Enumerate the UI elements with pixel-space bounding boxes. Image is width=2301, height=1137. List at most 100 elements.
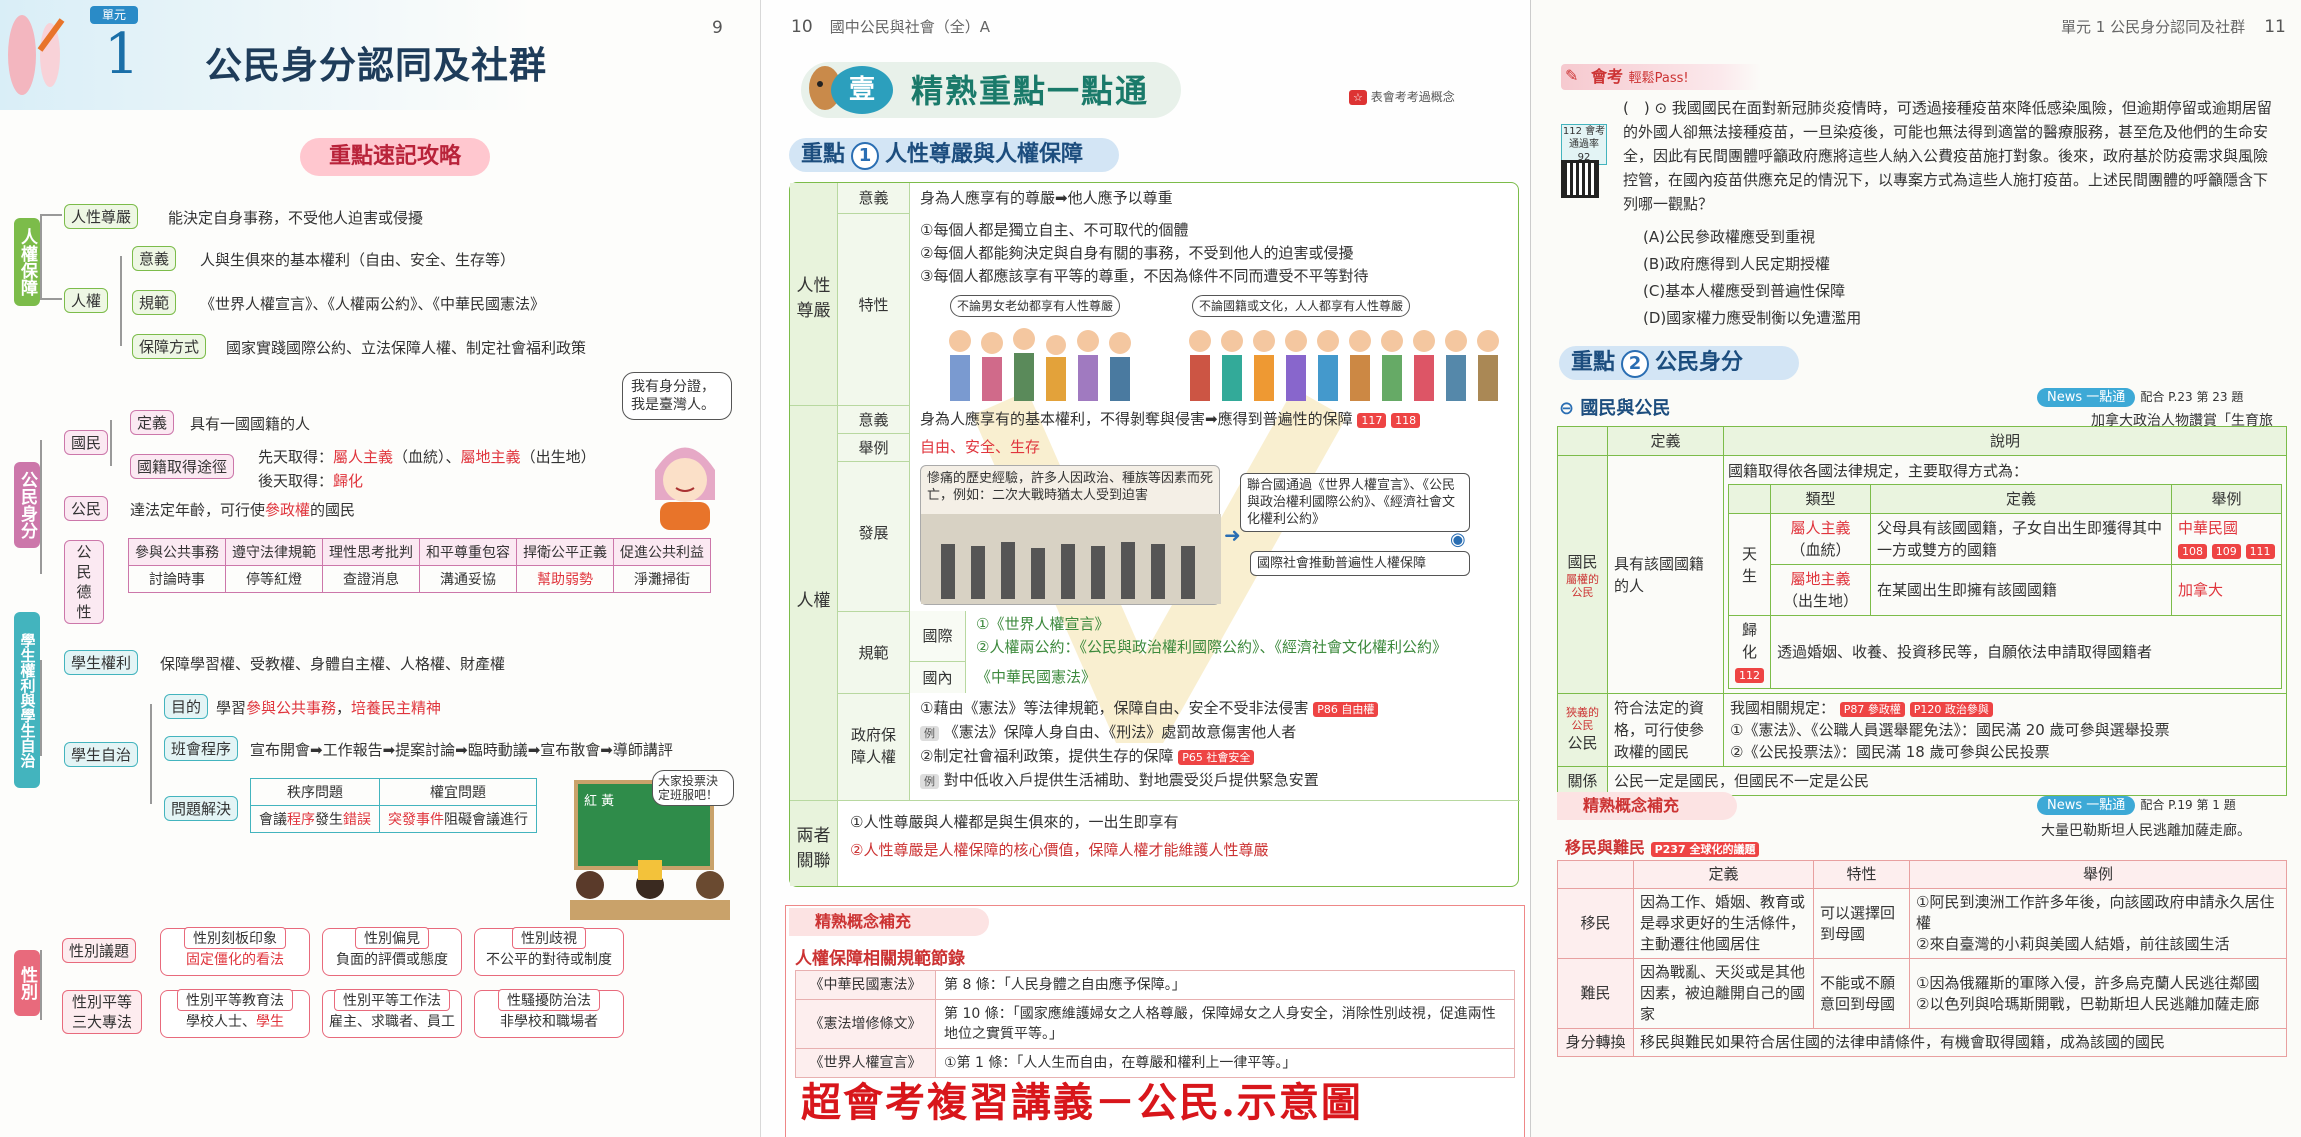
nat-blood-note: （血統）、 [393,448,461,466]
problem-head: 權宜問題 [379,778,537,806]
hr-meaning-text: 人與生俱來的基本權利（自由、安全、生存等） [200,251,516,269]
row-citizen: 狹義的公民 公民 [1557,693,1608,767]
gov-1: ①藉由《憲法》等法律規範，保障自由、安全不受非法侵害 P86 自由權 [920,697,1379,720]
migrant-table: 定義 特性 舉例 移民 因為工作、婚姻、教育或是尋求更好的生活條件，主動遷往他國居住可… [1557,860,2287,1057]
virtue-cell: 查證消息 [322,565,420,593]
virtue-head: 促進公共利益 [613,538,711,566]
ref-def: 因為戰亂、天災或是其他因素，被迫離開自己的國家 [1633,958,1814,1029]
prob-c: 發生 [315,812,343,828]
node-virtue: 公民德性 [64,540,104,624]
citizen-rule-2: ②《公民投票法》：國民滿 18 歲可參與公民投票 [1730,743,2050,761]
gender-box-text: 固定僵化的看法 [186,952,284,968]
header-text: 單元 1 公民身分認同及社群 [2061,18,2246,36]
nat-blood: 屬人主義 [333,448,394,466]
legend-tag: ☆ 表會考考過概念 [1349,88,1455,105]
migrant-title: 移民與難民 P237 全球化的議題 [1565,834,1760,858]
quiz-option[interactable]: (A)公民參政權應受到重視 [1643,224,1861,251]
page-number: 9 [712,18,723,38]
key-point-2-header: 重點 2 公民身分 [1559,346,1799,380]
gender-box-text: 負面的評價或態度 [336,952,448,968]
gender-box-text: 非學校和職場者 [500,1014,598,1030]
mig-label: 身分轉換 [1557,1028,1634,1057]
dom-1: 《中華民國憲法》 [976,668,1097,686]
gov-2-text: ②制定社會福利政策，提供生存的保障 [920,747,1174,765]
imm-examples: ①阿民到澳洲工作許多年後，向該國政府申請永久居住權 ②來自臺灣的小莉與美國人結婚，… [1909,888,2287,959]
key-point-number: 2 [1621,350,1650,378]
nationality-subtable: 類型 定義 舉例 天生 屬人主義 （血統） 父母具有該國國籍，子女自出生即獲得其中一方或雙… [1728,484,2282,689]
connector-line [40,950,42,1020]
prob-a: 會議 [259,812,287,828]
girl-illustration [640,430,730,530]
imm-def: 因為工作、婚姻、教育或是尋求更好的生活條件，主動遷往他國居住 [1633,888,1814,959]
quiz-option[interactable]: (C)基本人權應受到普遍性保障 [1643,278,1861,305]
news-badge: News 一點通 [2037,796,2136,815]
blood-note: （血統） [1790,541,1851,559]
gender-box-head: 性別刻板印象 [184,927,286,949]
connector-line [40,214,42,300]
nat-after-row: 後天取得：歸化 [258,470,363,491]
link-tag: P65 社會安全 [1178,750,1255,765]
history-illustration: 慘痛的歷史經驗，許多人因政治、種族等因素而死亡，例如：二次大戰時猶太人受到迫害 [920,465,1221,605]
ext-cell: 第 10 條：「國家應維護婦女之人格尊嚴，保障婦女之人身安全，消除性別歧視，促進… [935,999,1515,1049]
blood-def: 父母具有該國國籍，子女自出生即獲得其中一方或雙方的國籍 [1870,513,2172,565]
row-label-human-rights: 人權 [790,405,838,800]
quiz-title: 會考 [1591,67,1624,86]
virtue-cell: 溝通妥協 [419,565,517,593]
purpose-text: 學習參與公共事務，培養民主精神 [216,697,441,718]
node-student-self: 學生自治 [64,742,139,767]
speech-bubble-id: 我有身分證，我是臺灣人。 [622,372,732,420]
intl-2: ②人權兩公約：《公民與政治權利國際公約》、《經濟社會文化權利公約》 [976,638,1447,656]
th-desc: 說明 [1723,426,2287,456]
mig-label: 難民 [1557,958,1634,1029]
citizen-text-b: 參政權 [265,501,311,519]
virtue-head: 遵守法律規範 [225,538,323,566]
migrant-title-text: 移民與難民 [1565,838,1646,857]
procedure-text: 宣布開會➡工作報告➡提案討論➡臨時動議➡宣布散會➡導師講評 [250,741,673,759]
page-header: 10 國中公民與社會（全）A [791,16,990,37]
connector-line [120,256,122,346]
quiz-option[interactable]: (D)國家權力應受制衡以免遭濫用 [1643,305,1861,332]
banner-title: 精熟重點一點通 [911,72,1150,110]
prob-b: 程序 [287,812,315,828]
globe-icon: ◉ [1450,529,1466,550]
cell-label: 特性 [838,213,910,405]
problem-cell: 會議程序發生錯誤 [250,805,380,833]
citizen-def: 符合法定的資格，可行使參政權的國民 [1607,693,1724,767]
ref-tag: 118 [1391,413,1421,428]
quiz-option[interactable]: (B)政府應得到人民定期授權 [1643,251,1861,278]
blood-example-text: 中華民國 [2178,519,2239,537]
page-number: 11 [2264,17,2286,37]
key-point-title: 人性尊嚴與人權保障 [885,142,1084,167]
gov-2a: 例 對中低收入戶提供生活補助、對地震受災戶提供緊急安置 [920,769,1319,792]
key-point-title: 公民身分 [1655,350,1744,375]
people-illustration [930,319,1520,403]
virtue-cell: 停等紅燈 [225,565,323,593]
citizen-table: 定義 說明 國民 屬權的公民 具有該國國籍的人 國籍取得依各國法律規定，主要取得方式… [1557,426,2287,796]
row-label: 國民 [1567,552,1598,571]
category-citizenship: 公民身分 [14,462,40,548]
unit-number: 1 [104,22,140,87]
ref-tag: 117 [1357,413,1387,428]
node-gender-law: 性別平等三大專法 [62,990,142,1034]
node-national: 國民 [64,430,109,455]
intl-label: 國際 [910,611,966,661]
sub-head: 類型 [1770,484,1871,514]
gender-box-text: 學校人士、 [186,1014,256,1030]
history-text: 慘痛的歷史經驗，許多人因政治、種族等因素而死亡，例如：二次大戰時猶太人受到迫害 [927,471,1214,503]
imm-feat: 可以選擇回到母國 [1813,888,1910,959]
row-national: 國民 屬權的公民 [1557,455,1608,694]
key-point-label: 重點 [801,142,846,167]
gov-2: ②制定社會福利政策，提供生存的保障 P65 社會安全 [920,745,1255,768]
key-point-number: 1 [851,142,880,170]
soil-note: （出生地） [1782,592,1858,610]
supplement-table: 《中華民國憲法》第 8 條：「人民身體之自由應予保障。」 《憲法增修條文》第 1… [795,970,1515,1078]
dignity-feature-2: ②每個人都能夠決定與自身有關的事務，不受到他人的迫害或侵擾 [920,244,1354,262]
row-sub: 狹義的公民 [1566,706,1599,732]
mig-head: 定義 [1633,860,1814,889]
blood-label: 屬人主義 [1790,519,1851,537]
gender-box-head: 性別偏見 [355,927,429,949]
soil-def: 在某國出生即擁有該國國籍 [1870,564,2172,616]
dignity-meaning: 身為人應享有的尊嚴➡他人應予以尊重 [920,189,1173,207]
nat-label: 歸化 112 [1728,615,1771,689]
page-middle: 10 國中公民與社會（全）A 壹 精熟重點一點通 ☆ 表會考考過概念 重點 1 人性… [760,0,1530,1137]
